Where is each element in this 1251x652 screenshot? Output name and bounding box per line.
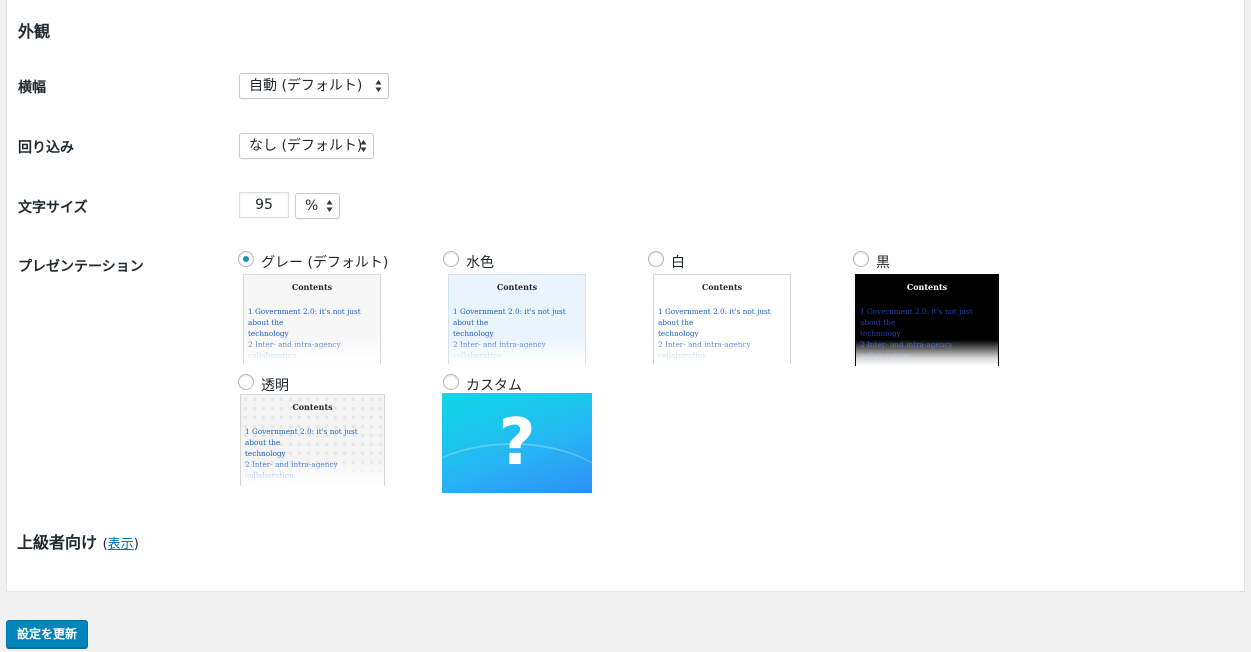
custom-preview-tile[interactable]: ?	[442, 393, 592, 493]
submit-button[interactable]: 設定を更新	[6, 620, 89, 648]
presentation-option-label: 水色	[466, 255, 494, 271]
preview-title: Contents	[701, 282, 743, 292]
preview-fade	[654, 338, 790, 364]
preview-title: Contents	[906, 282, 948, 292]
width-label: 横幅	[18, 80, 46, 96]
preview-line: 1 Government 2.0: it's not just about th…	[658, 307, 771, 327]
font-size-input[interactable]: 95	[239, 192, 289, 218]
preview-fade	[449, 338, 585, 364]
preview-title: Contents	[292, 402, 333, 412]
presentation-option-label: グレー (デフォルト)	[261, 255, 389, 271]
float-select[interactable]: なし (デフォルト)	[239, 133, 374, 159]
presentation-radio[interactable]	[443, 251, 459, 267]
presentation-option-label: 透明	[261, 378, 289, 394]
preview-fade	[856, 340, 998, 366]
presentation-preview[interactable]: Contents 1 Government 2.0: it's not just …	[243, 274, 381, 364]
advanced-close-paren: )	[133, 537, 139, 552]
presentation-radio[interactable]	[853, 251, 869, 267]
presentation-label: プレゼンテーション	[18, 259, 144, 275]
font-size-label: 文字サイズ	[18, 200, 88, 216]
settings-panel: 外観 横幅 自動 (デフォルト) 回り込み なし (デフォルト) 文字サイズ 9…	[6, 0, 1245, 592]
section-title: 外観	[18, 22, 51, 41]
presentation-preview[interactable]: Contents 1 Government 2.0: it's not just …	[240, 394, 385, 486]
width-select-value: 自動 (デフォルト)	[249, 78, 363, 94]
preview-line: technology	[245, 449, 286, 458]
presentation-option-label: 白	[671, 255, 685, 271]
font-size-unit-value: %	[305, 198, 319, 214]
select-arrows-icon	[360, 140, 367, 152]
presentation-preview[interactable]: Contents 1 Government 2.0: it's not just …	[448, 274, 586, 364]
presentation-option-label: 黒	[876, 255, 890, 271]
width-select[interactable]: 自動 (デフォルト)	[239, 73, 389, 99]
question-mark-icon: ?	[498, 406, 536, 480]
presentation-preview[interactable]: Contents 1 Government 2.0: it's not just …	[855, 274, 999, 366]
float-label: 回り込み	[18, 140, 74, 156]
preview-title: Contents	[496, 282, 538, 292]
select-arrows-icon	[326, 200, 333, 212]
preview-title: Contents	[291, 282, 333, 292]
advanced-heading: 上級者向け (表示)	[17, 529, 139, 553]
preview-line: 1 Government 2.0: it's not just about th…	[453, 307, 566, 327]
advanced-title: 上級者向け	[17, 533, 98, 552]
preview-line: 1 Government 2.0: it's not just about th…	[245, 427, 358, 447]
presentation-radio[interactable]	[238, 251, 254, 267]
presentation-radio[interactable]	[648, 251, 664, 267]
presentation-radio[interactable]	[443, 374, 459, 390]
advanced-show-link[interactable]: 表示	[108, 537, 134, 552]
select-arrows-icon	[375, 80, 382, 92]
presentation-preview[interactable]: Contents 1 Government 2.0: it's not just …	[653, 274, 791, 364]
preview-fade	[244, 338, 380, 364]
presentation-radio[interactable]	[238, 374, 254, 390]
preview-line: 1 Government 2.0: it's not just about th…	[248, 307, 361, 327]
presentation-option-label: カスタム	[466, 378, 522, 394]
font-size-unit-select[interactable]: %	[295, 193, 340, 219]
preview-line: 1 Government 2.0: it's not just about th…	[860, 307, 973, 327]
preview-line: technology	[860, 329, 901, 338]
float-select-value: なし (デフォルト)	[249, 138, 363, 154]
preview-fade	[241, 460, 384, 486]
